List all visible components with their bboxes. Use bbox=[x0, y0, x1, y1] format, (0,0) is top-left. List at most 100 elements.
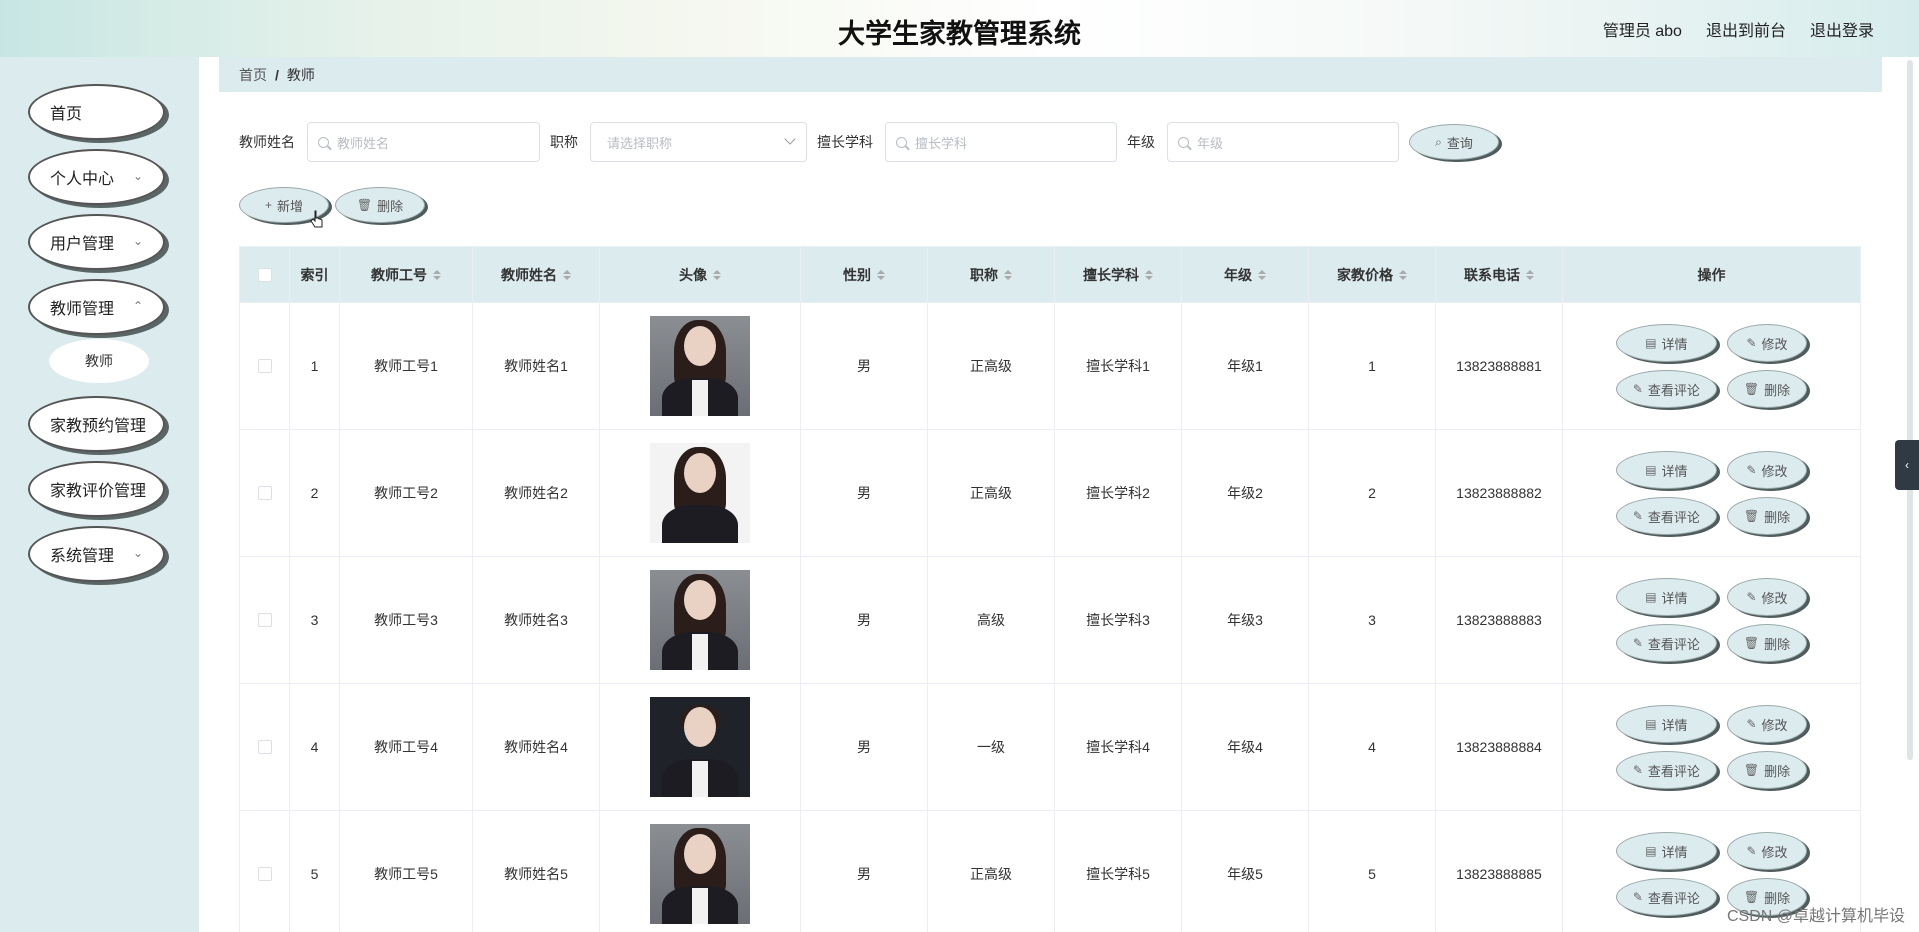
pencil-icon: ✎ bbox=[1632, 763, 1643, 777]
sidebar-item-label: 个人中心 bbox=[50, 171, 115, 188]
col-teacher-name[interactable]: 教师姓名 bbox=[473, 247, 600, 302]
col-teacher-id[interactable]: 教师工号 bbox=[340, 247, 473, 302]
title-cell: 正高级 bbox=[928, 303, 1055, 429]
front-link[interactable]: 退出到前台 bbox=[1706, 17, 1786, 41]
sidebar-subitem-teacher[interactable]: 教师 bbox=[49, 339, 149, 383]
sort-icon[interactable] bbox=[1004, 269, 1012, 280]
teacher-name-cell: 教师姓名2 bbox=[473, 430, 600, 556]
col-grade[interactable]: 年级 bbox=[1182, 247, 1309, 302]
edit-button[interactable]: ✎ 修改 bbox=[1726, 324, 1808, 362]
view-comments-button[interactable]: ✎ 查看评论 bbox=[1615, 751, 1717, 789]
view-comments-button[interactable]: ✎ 查看评论 bbox=[1615, 624, 1717, 662]
sort-icon[interactable] bbox=[1145, 269, 1153, 280]
operations-cell: ▤ 详情 ✎ 修改 ✎ 查看评论 🗑 删除 bbox=[1563, 557, 1860, 683]
edit-button[interactable]: ✎ 修改 bbox=[1726, 578, 1808, 616]
grade-input[interactable]: 年级 bbox=[1167, 122, 1399, 162]
row-checkbox[interactable] bbox=[257, 740, 272, 754]
sort-icon[interactable] bbox=[563, 269, 571, 280]
row-select-cell bbox=[240, 684, 290, 810]
sidebar-item-teacher-management[interactable]: 教师管理 ⌃ bbox=[28, 279, 165, 335]
edit-button[interactable]: ✎ 修改 bbox=[1726, 451, 1808, 489]
sort-icon[interactable] bbox=[1399, 269, 1407, 280]
edit-button[interactable]: ✎ 修改 bbox=[1726, 832, 1808, 870]
trash-icon: 🗑 bbox=[1743, 763, 1760, 777]
logout-link[interactable]: 退出登录 bbox=[1810, 17, 1874, 41]
col-title[interactable]: 职称 bbox=[928, 247, 1055, 302]
side-panel-toggle[interactable]: ‹ bbox=[1895, 440, 1919, 490]
select-all-cell bbox=[240, 247, 290, 302]
teacher-name-cell: 教师姓名1 bbox=[473, 303, 600, 429]
col-gender[interactable]: 性别 bbox=[801, 247, 928, 302]
subject-input[interactable]: 擅长学科 bbox=[885, 122, 1117, 162]
col-avatar[interactable]: 头像 bbox=[600, 247, 801, 302]
price-cell: 3 bbox=[1309, 557, 1436, 683]
breadcrumb-separator: / bbox=[275, 66, 279, 83]
row-checkbox[interactable] bbox=[257, 867, 272, 881]
col-price[interactable]: 家教价格 bbox=[1309, 247, 1436, 302]
sidebar-item-home[interactable]: 首页 bbox=[28, 84, 165, 140]
sidebar-item-booking-management[interactable]: 家教预约管理 bbox=[28, 396, 165, 452]
column-header: 操作 bbox=[1697, 266, 1726, 283]
title-select[interactable]: 请选择职称 bbox=[590, 122, 807, 162]
edit-button[interactable]: ✎ 修改 bbox=[1726, 705, 1808, 743]
avatar bbox=[650, 316, 750, 416]
sidebar-item-label: 家教评价管理 bbox=[50, 483, 147, 500]
col-subject[interactable]: 擅长学科 bbox=[1055, 247, 1182, 302]
teacher-name-input[interactable]: 教师姓名 bbox=[307, 122, 540, 162]
view-comments-button[interactable]: ✎ 查看评论 bbox=[1615, 497, 1717, 535]
sidebar-item-system-management[interactable]: 系统管理 ⌄ bbox=[28, 526, 165, 582]
row-delete-button[interactable]: 🗑 删除 bbox=[1726, 370, 1808, 408]
query-button[interactable]: ⌕ 查询 bbox=[1409, 124, 1499, 160]
view-comments-button[interactable]: ✎ 查看评论 bbox=[1615, 878, 1717, 916]
row-checkbox[interactable] bbox=[257, 359, 272, 373]
pencil-icon: ✎ bbox=[1746, 717, 1757, 731]
row-delete-button[interactable]: 🗑 删除 bbox=[1726, 497, 1808, 535]
detail-button[interactable]: ▤ 详情 bbox=[1615, 578, 1717, 616]
detail-button[interactable]: ▤ 详情 bbox=[1615, 832, 1717, 870]
document-icon: ▤ bbox=[1645, 336, 1657, 350]
avatar-cell bbox=[600, 684, 801, 810]
page-scrollbar[interactable] bbox=[1907, 60, 1913, 760]
detail-button[interactable]: ▤ 详情 bbox=[1615, 451, 1717, 489]
col-phone[interactable]: 联系电话 bbox=[1436, 247, 1563, 302]
operations-cell: ▤ 详情 ✎ 修改 ✎ 查看评论 🗑 删除 bbox=[1563, 684, 1860, 810]
column-header: 索引 bbox=[300, 266, 329, 283]
breadcrumb-home[interactable]: 首页 bbox=[239, 65, 267, 85]
delete-label: 删除 bbox=[1764, 763, 1791, 779]
placeholder: 年级 bbox=[1197, 135, 1224, 151]
row-delete-button[interactable]: 🗑 删除 bbox=[1726, 751, 1808, 789]
row-select-cell bbox=[240, 303, 290, 429]
select-all-checkbox[interactable] bbox=[257, 267, 272, 282]
delete-button[interactable]: 🗑 删除 bbox=[335, 187, 425, 223]
pencil-icon: ✎ bbox=[1746, 844, 1757, 858]
table-row: 2 教师工号2 教师姓名2 男 正高级 擅长学科2 年级2 2 13823888… bbox=[240, 429, 1860, 556]
gender-cell: 男 bbox=[801, 811, 928, 932]
sort-icon[interactable] bbox=[433, 269, 441, 280]
trash-icon: 🗑 bbox=[1743, 636, 1760, 650]
sidebar-item-personal-center[interactable]: 个人中心 ⌄ bbox=[28, 149, 165, 205]
sidebar-item-review-management[interactable]: 家教评价管理 bbox=[28, 461, 165, 517]
hand-cursor-icon bbox=[310, 210, 323, 228]
row-checkbox[interactable] bbox=[257, 613, 272, 627]
row-checkbox[interactable] bbox=[257, 486, 272, 500]
sort-icon[interactable] bbox=[1526, 269, 1534, 280]
view-comments-button[interactable]: ✎ 查看评论 bbox=[1615, 370, 1717, 408]
price-cell: 1 bbox=[1309, 303, 1436, 429]
teacher-name-label: 教师姓名 bbox=[239, 134, 295, 150]
detail-button[interactable]: ▤ 详情 bbox=[1615, 705, 1717, 743]
placeholder: 擅长学科 bbox=[915, 135, 968, 151]
detail-button[interactable]: ▤ 详情 bbox=[1615, 324, 1717, 362]
row-delete-button[interactable]: 🗑 删除 bbox=[1726, 624, 1808, 662]
header-actions: 管理员 abo 退出到前台 退出登录 bbox=[1603, 17, 1874, 41]
sort-icon[interactable] bbox=[713, 269, 721, 280]
comments-label: 查看评论 bbox=[1647, 509, 1700, 525]
sort-icon[interactable] bbox=[1258, 269, 1266, 280]
operations-cell: ▤ 详情 ✎ 修改 ✎ 查看评论 🗑 删除 bbox=[1563, 303, 1860, 429]
comments-label: 查看评论 bbox=[1647, 890, 1700, 906]
sidebar-item-user-management[interactable]: 用户管理 ⌄ bbox=[28, 214, 165, 270]
sort-icon[interactable] bbox=[877, 269, 885, 280]
phone-cell: 13823888883 bbox=[1436, 557, 1563, 683]
edit-label: 修改 bbox=[1761, 590, 1788, 606]
avatar-cell bbox=[600, 811, 801, 932]
search-form: 教师姓名 教师姓名 职称 请选择职称 擅长学科 擅长学科 年级 年级 ⌕ 查询 bbox=[239, 122, 1499, 162]
